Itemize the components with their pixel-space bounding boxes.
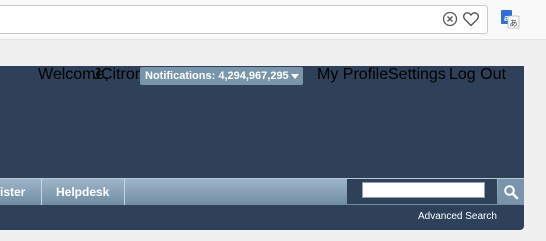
tracking-protection-icon[interactable] xyxy=(442,11,458,27)
search-input[interactable] xyxy=(362,182,485,198)
notifications-label: Notifications: 4,294,967,295 xyxy=(145,70,289,82)
svg-text:あ: あ xyxy=(510,19,518,28)
notifications-dropdown[interactable]: Notifications: 4,294,967,295 xyxy=(140,67,303,85)
heart-icon[interactable] xyxy=(462,10,480,28)
translate-extension-icon[interactable]: a あ xyxy=(500,9,520,29)
caret-down-icon xyxy=(291,74,299,79)
menu-divider xyxy=(124,179,125,205)
search-icon xyxy=(504,185,519,200)
menu-divider xyxy=(41,179,42,205)
advanced-search-link[interactable]: Advanced Search xyxy=(418,211,497,223)
menu-tab-register[interactable]: ister xyxy=(0,179,25,205)
site-header xyxy=(0,66,524,230)
menu-tab-helpdesk[interactable]: Helpdesk xyxy=(56,179,109,205)
log-out-link[interactable]: Log Out xyxy=(449,66,506,88)
my-profile-link[interactable]: My Profile xyxy=(317,66,388,88)
address-bar[interactable] xyxy=(0,5,488,34)
search-button[interactable] xyxy=(498,179,524,204)
username-link[interactable]: JCitron xyxy=(93,66,144,88)
settings-link[interactable]: Settings xyxy=(388,66,446,88)
